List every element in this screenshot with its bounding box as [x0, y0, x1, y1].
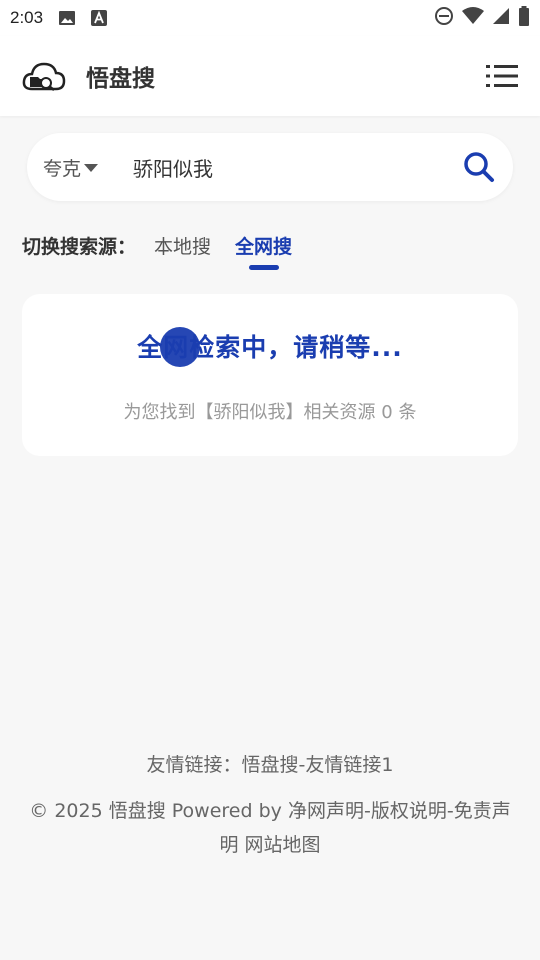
- footer-link-copyright[interactable]: 版权说明: [371, 800, 447, 822]
- source-dropdown[interactable]: 夸克: [43, 154, 133, 181]
- font-notification-icon: [89, 8, 109, 28]
- loading-spinner-icon: [160, 327, 200, 367]
- search-icon[interactable]: [461, 149, 497, 185]
- source-dropdown-label: 夸克: [43, 157, 82, 180]
- friend-link[interactable]: 友情链接1: [305, 754, 393, 776]
- friend-links-label: 友情链接：: [146, 754, 242, 776]
- footer: 友情链接：悟盘搜-友情链接1 © 2025 悟盘搜 Powered by 净网声…: [20, 748, 520, 862]
- app-header: 悟盘搜: [0, 36, 540, 116]
- dnd-icon: [434, 6, 454, 30]
- footer-link-sitemap[interactable]: 网站地图: [245, 834, 321, 856]
- source-switch: 切换搜索源： 本地搜 全网搜: [22, 232, 316, 272]
- app-title: 悟盘搜: [86, 66, 155, 92]
- switch-label: 切换搜索源：: [22, 236, 137, 258]
- tab-local-search[interactable]: 本地搜: [154, 232, 211, 262]
- image-notification-icon: [57, 8, 77, 28]
- battery-icon: [518, 6, 530, 30]
- loading-message: 全网检索中，请稍等...: [137, 333, 403, 362]
- footer-link-net-statement[interactable]: 净网声明: [288, 800, 364, 822]
- copyright-text: © 2025 悟盘搜 Powered by: [29, 800, 282, 822]
- caret-down-icon: [84, 164, 99, 172]
- status-bar: 2:03: [0, 0, 540, 36]
- friend-links: 友情链接：悟盘搜-友情链接1: [146, 754, 394, 776]
- wifi-icon: [462, 7, 484, 29]
- search-input[interactable]: [133, 155, 453, 179]
- tab-web-search[interactable]: 全网搜: [235, 232, 292, 262]
- result-card: 全网检索中，请稍等... 为您找到【骄阳似我】相关资源 0 条: [22, 294, 518, 456]
- copyright: © 2025 悟盘搜 Powered by 净网声明-版权说明-免责声明 网站地…: [29, 800, 511, 856]
- search-bar: 夸克: [27, 133, 513, 201]
- signal-icon: [492, 7, 510, 29]
- menu-icon[interactable]: [486, 62, 518, 90]
- friend-link[interactable]: 悟盘搜: [242, 754, 299, 776]
- cloud-search-logo-icon[interactable]: [22, 59, 66, 93]
- status-time: 2:03: [10, 8, 44, 27]
- result-count: 为您找到【骄阳似我】相关资源 0 条: [123, 402, 417, 423]
